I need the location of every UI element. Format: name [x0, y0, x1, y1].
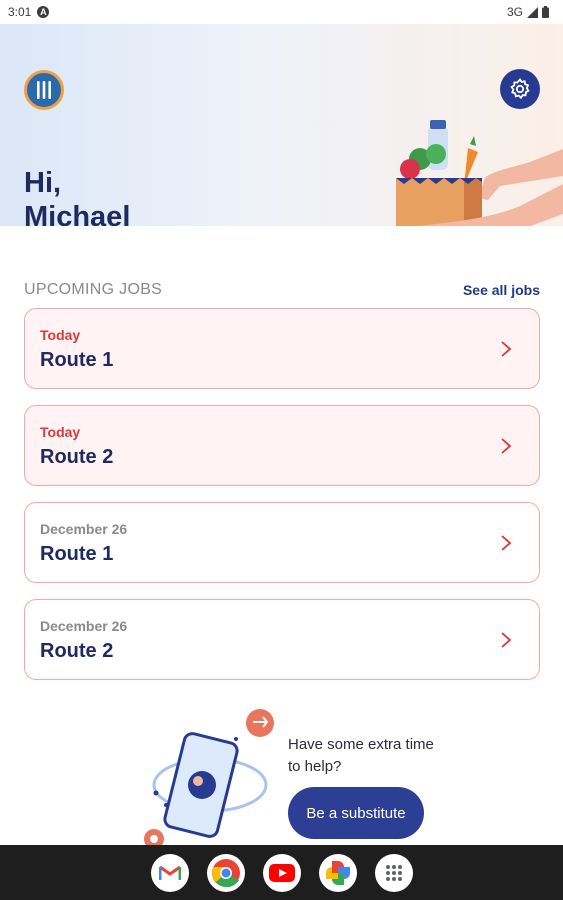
gear-icon: [510, 78, 530, 100]
job-date: Today: [40, 327, 81, 343]
promo-text: Have some extra time to help?: [288, 736, 434, 775]
upcoming-jobs-header: UPCOMING JOBS See all jobs: [24, 281, 540, 299]
chevron-right-icon: [501, 535, 512, 551]
job-card[interactable]: December 26 Route 2: [24, 599, 540, 680]
job-date: December 26: [40, 521, 128, 537]
notification-icon: A: [37, 6, 50, 18]
photos-icon[interactable]: [318, 853, 357, 892]
greeting-line-1: Hi,: [24, 167, 62, 199]
job-date: Today: [40, 424, 81, 440]
app-logo: [24, 70, 64, 110]
substitute-promo: Have some extra time to help? Be a subst…: [140, 705, 440, 845]
job-title: Route 1: [40, 543, 114, 565]
fork-spoon-icon: [37, 81, 51, 99]
job-date: December 26: [40, 618, 128, 634]
phone-illustration: [144, 709, 274, 845]
network-label: 3G: [506, 5, 523, 19]
greeting: Hi, Michael: [24, 166, 130, 226]
settings-button[interactable]: [500, 69, 540, 109]
app-drawer-icon[interactable]: [374, 853, 413, 892]
status-time: 3:01: [8, 5, 32, 19]
hero-header: Hi, Michael: [0, 24, 563, 226]
job-title: Route 2: [40, 640, 114, 662]
see-all-jobs-link[interactable]: See all jobs: [463, 282, 540, 298]
chrome-icon[interactable]: [206, 853, 245, 892]
be-a-substitute-button[interactable]: Be a substitute: [288, 787, 424, 839]
youtube-icon[interactable]: [262, 853, 301, 892]
job-card[interactable]: Today Route 1: [24, 308, 540, 389]
grocery-bag-illustration: [396, 120, 563, 226]
app-dock: [0, 845, 563, 900]
job-title: Route 2: [40, 446, 114, 468]
job-card[interactable]: Today Route 2: [24, 405, 540, 486]
job-title: Route 1: [40, 349, 114, 371]
job-card[interactable]: December 26 Route 1: [24, 502, 540, 583]
section-title: UPCOMING JOBS: [24, 281, 163, 298]
gmail-icon[interactable]: [150, 853, 189, 892]
signal-icon: [527, 6, 538, 18]
greeting-name: Michael: [24, 201, 131, 226]
chevron-right-icon: [501, 438, 512, 454]
status-bar: 3:01 A 3G: [0, 0, 563, 24]
battery-icon: [542, 6, 549, 18]
chevron-right-icon: [501, 341, 512, 357]
chevron-right-icon: [501, 632, 512, 648]
